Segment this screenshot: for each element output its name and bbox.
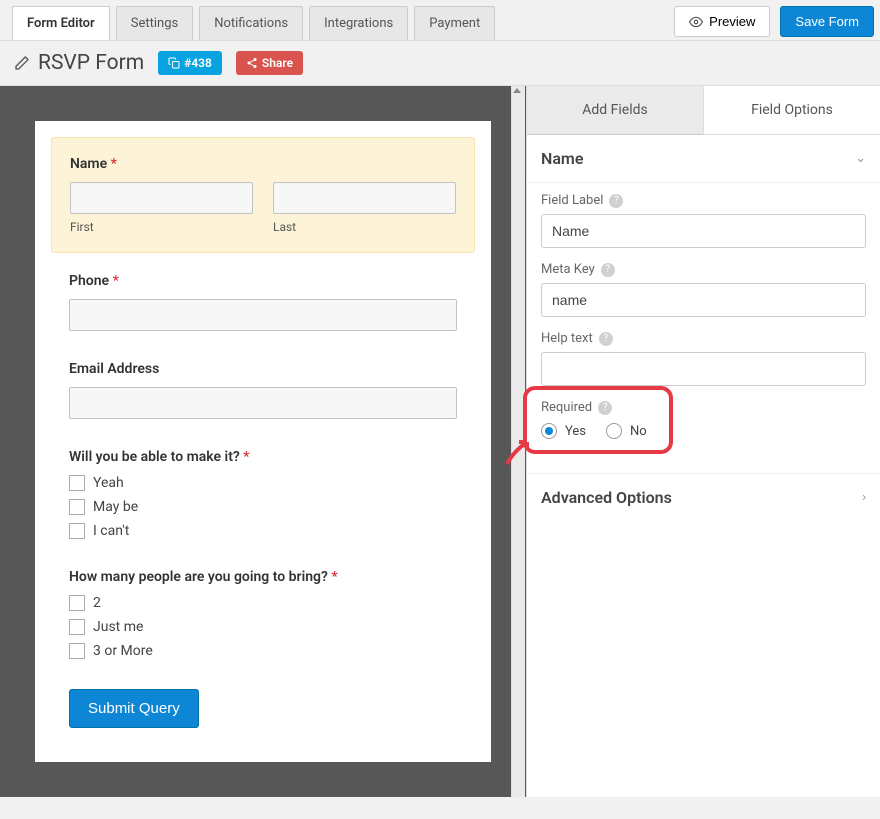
help-text-input[interactable] [541, 352, 866, 386]
tab-notifications[interactable]: Notifications [199, 6, 303, 40]
pencil-icon [14, 55, 30, 71]
checkbox-option[interactable]: Yeah [69, 475, 457, 491]
advanced-options-toggle[interactable]: Advanced Options › [527, 473, 880, 521]
eye-icon [689, 15, 703, 29]
help-icon[interactable]: ? [609, 194, 623, 208]
meta-key-input[interactable] [541, 283, 866, 317]
tab-field-options[interactable]: Field Options [704, 86, 880, 135]
checkbox-option[interactable]: I can't [69, 523, 457, 539]
tab-integrations[interactable]: Integrations [309, 6, 408, 40]
tab-add-fields[interactable]: Add Fields [527, 86, 704, 135]
tab-payment[interactable]: Payment [414, 6, 495, 40]
field-label-input[interactable] [541, 214, 866, 248]
panel-name-header[interactable]: Name ⌄ [527, 135, 880, 183]
first-name-input[interactable] [70, 182, 253, 214]
phone-input[interactable] [69, 299, 457, 331]
checkbox-option[interactable]: 2 [69, 595, 457, 611]
form-canvas: Name * First Last Phone * [0, 86, 526, 797]
annotation-arrow-icon [503, 434, 537, 468]
form-id-badge[interactable]: #438 [158, 51, 222, 75]
tab-settings[interactable]: Settings [116, 6, 193, 40]
save-form-button[interactable]: Save Form [780, 6, 874, 37]
chevron-down-icon: ⌄ [855, 151, 866, 166]
share-icon [246, 57, 258, 69]
annotation-highlight [523, 386, 673, 454]
form-title[interactable]: RSVP Form [14, 51, 144, 75]
field-email[interactable]: Email Address [69, 361, 457, 419]
email-input[interactable] [69, 387, 457, 419]
checkbox-option[interactable]: May be [69, 499, 457, 515]
field-attend[interactable]: Will you be able to make it? * Yeah May … [69, 449, 457, 539]
checkbox-option[interactable]: Just me [69, 619, 457, 635]
checkbox-option[interactable]: 3 or More [69, 643, 457, 659]
help-icon[interactable]: ? [599, 332, 613, 346]
field-name[interactable]: Name * First Last [51, 137, 475, 253]
preview-button[interactable]: Preview [674, 6, 770, 37]
copy-icon [168, 57, 180, 69]
help-icon[interactable]: ? [601, 263, 615, 277]
field-count[interactable]: How many people are you going to bring? … [69, 569, 457, 659]
main-tabs: Form Editor Settings Notifications Integ… [12, 0, 674, 40]
field-phone[interactable]: Phone * [69, 273, 457, 331]
chevron-right-icon: › [862, 490, 866, 505]
submit-button[interactable]: Submit Query [69, 689, 199, 728]
share-button[interactable]: Share [236, 51, 303, 75]
last-name-input[interactable] [273, 182, 456, 214]
tab-form-editor[interactable]: Form Editor [12, 6, 110, 40]
